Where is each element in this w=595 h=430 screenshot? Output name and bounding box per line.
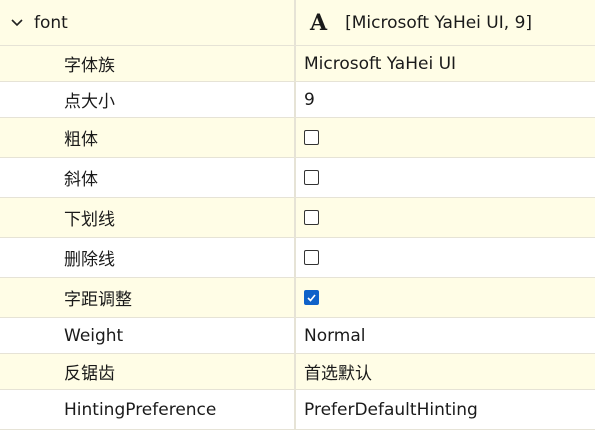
font-icon: A	[310, 9, 328, 36]
property-value: 9	[304, 89, 315, 110]
bold-checkbox[interactable]	[304, 130, 319, 145]
family-value[interactable]: Microsoft YaHei UI	[296, 46, 595, 81]
property-row-italic[interactable]: 斜体	[0, 158, 595, 198]
property-row-underline[interactable]: 下划线	[0, 198, 595, 238]
property-value: Normal	[304, 325, 366, 346]
italic-checkbox[interactable]	[304, 170, 319, 185]
font-group-label: font	[34, 12, 68, 33]
chevron-down-icon[interactable]	[4, 0, 30, 45]
property-label: Weight	[64, 325, 124, 346]
kerning-checkbox[interactable]	[304, 290, 319, 305]
font-group-value: [Microsoft YaHei UI, 9]	[345, 12, 533, 33]
property-value: 首选默认	[304, 364, 372, 384]
size-value[interactable]: 9	[296, 82, 595, 117]
property-label: 删除线	[64, 250, 115, 270]
property-label: 字体族	[64, 56, 115, 76]
property-value: PreferDefaultHinting	[304, 399, 478, 420]
property-label: HintingPreference	[64, 399, 217, 420]
checkmark-icon	[307, 294, 316, 302]
property-row-family[interactable]: 字体族 Microsoft YaHei UI	[0, 46, 595, 82]
property-label: 斜体	[64, 170, 98, 190]
font-group-value-cell[interactable]: A [Microsoft YaHei UI, 9]	[296, 0, 595, 45]
property-row-antialias[interactable]: 反锯齿 首选默认	[0, 354, 595, 390]
property-row-size[interactable]: 点大小 9	[0, 82, 595, 118]
property-grid: font A [Microsoft YaHei UI, 9] 字体族 Micro…	[0, 0, 595, 430]
property-label: 点大小	[64, 92, 115, 112]
strikeout-checkbox[interactable]	[304, 250, 319, 265]
weight-value[interactable]: Normal	[296, 318, 595, 353]
property-row-strikeout[interactable]: 删除线	[0, 238, 595, 278]
font-group-row[interactable]: font A [Microsoft YaHei UI, 9]	[0, 0, 595, 46]
property-label: 粗体	[64, 130, 98, 150]
underline-checkbox[interactable]	[304, 210, 319, 225]
property-value: Microsoft YaHei UI	[304, 53, 457, 74]
property-row-weight[interactable]: Weight Normal	[0, 318, 595, 354]
property-label: 下划线	[64, 210, 115, 230]
font-group-name-cell: font	[0, 0, 296, 45]
property-row-bold[interactable]: 粗体	[0, 118, 595, 158]
property-row-hinting[interactable]: HintingPreference PreferDefaultHinting	[0, 390, 595, 430]
property-row-kerning[interactable]: 字距调整	[0, 278, 595, 318]
property-label: 反锯齿	[64, 364, 115, 384]
antialias-value[interactable]: 首选默认	[296, 354, 595, 389]
property-label: 字距调整	[64, 290, 132, 310]
hinting-value[interactable]: PreferDefaultHinting	[296, 390, 595, 429]
